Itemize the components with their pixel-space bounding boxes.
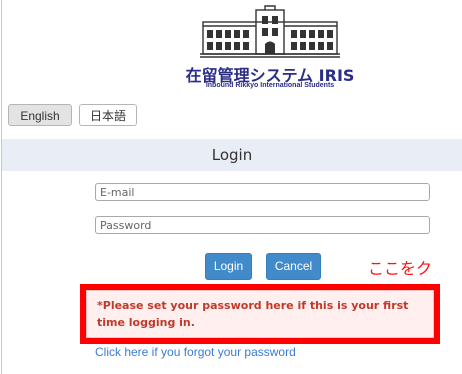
click-here-callout: ここをク: [368, 259, 433, 278]
login-button[interactable]: Login: [205, 253, 252, 280]
iris-logo: 在留管理システム IRIS Inbound Rikkyo Internation…: [170, 4, 370, 92]
english-language-button[interactable]: English: [8, 104, 72, 126]
password-input[interactable]: [95, 216, 430, 234]
login-header-bar: Login: [2, 139, 462, 171]
japanese-language-button[interactable]: 日本語: [79, 104, 137, 126]
university-building-icon: [200, 5, 340, 58]
email-input[interactable]: [95, 183, 430, 201]
highlight-frame: [80, 284, 440, 344]
login-heading: Login: [211, 146, 253, 164]
forgot-password-link[interactable]: Click here if you forgot your password: [95, 345, 296, 359]
app-subtitle: Inbound Rikkyo International Students: [205, 82, 335, 89]
cancel-button[interactable]: Cancel: [266, 253, 321, 280]
